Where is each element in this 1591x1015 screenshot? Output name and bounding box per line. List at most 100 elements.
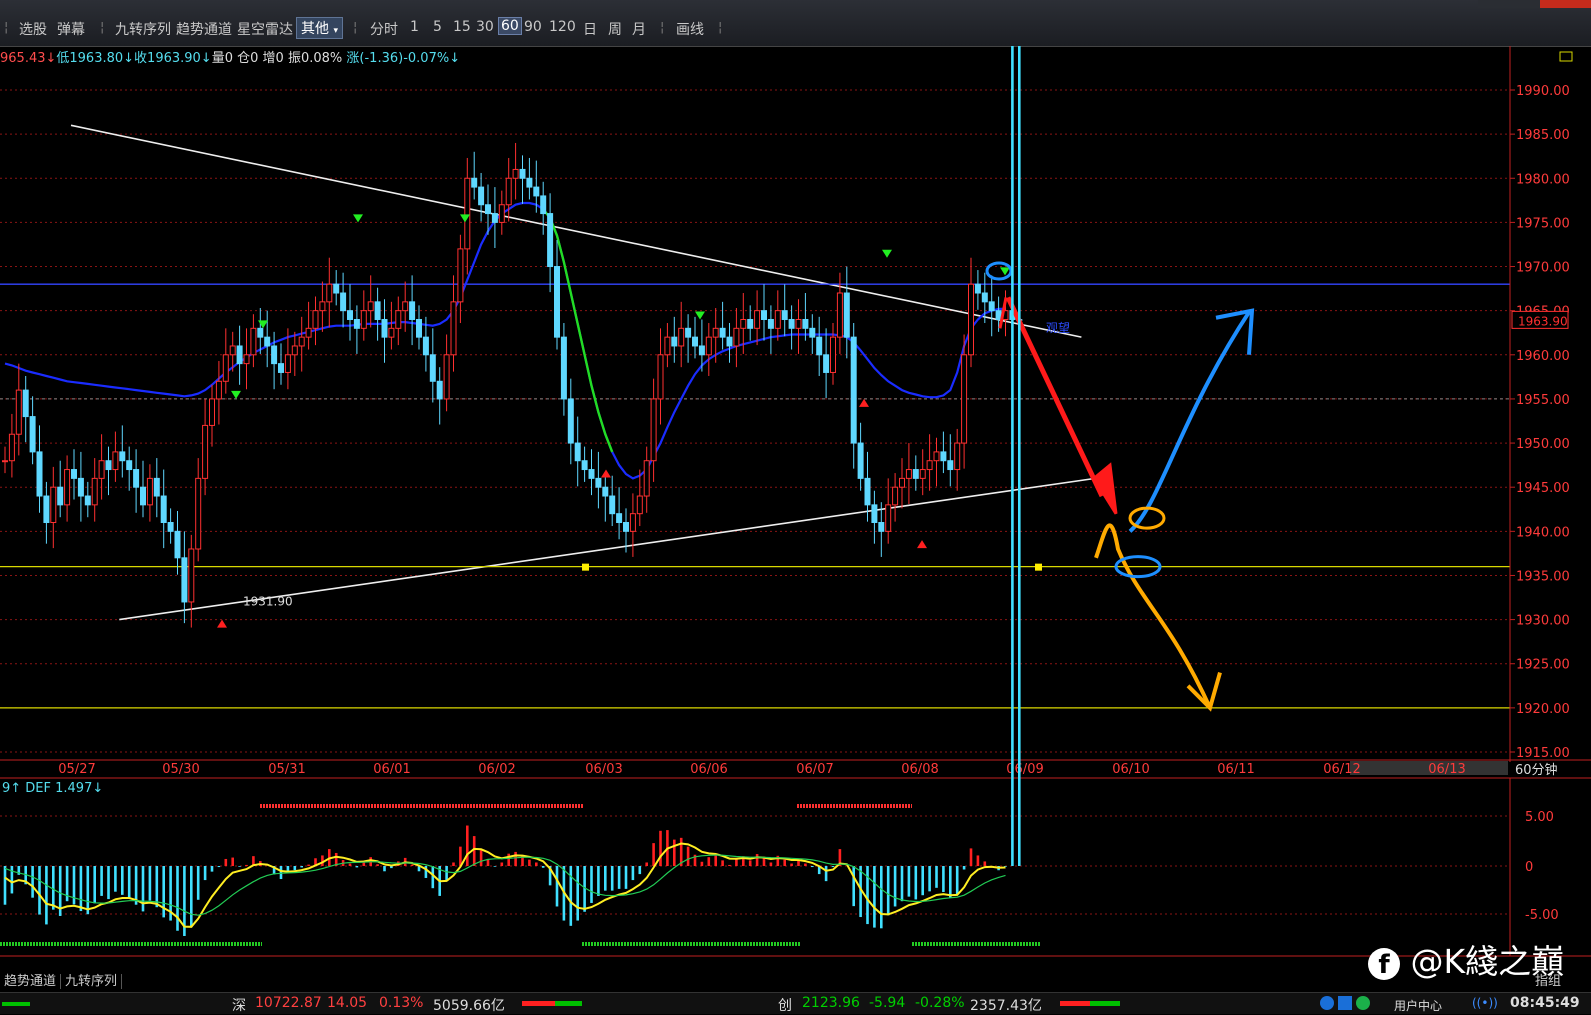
- candle-body: [215, 380, 222, 400]
- y-tick-label: 1945.00: [1516, 481, 1570, 496]
- candle-body: [954, 442, 961, 471]
- toolbar-star-radar[interactable]: 星空雷达: [237, 19, 293, 39]
- candle-body: [64, 469, 71, 506]
- candle-body: [526, 177, 533, 188]
- y-tick-label: 1975.00: [1516, 216, 1570, 231]
- tab-trend-channel[interactable]: 趋势通道: [0, 974, 62, 989]
- candle-body: [761, 310, 767, 320]
- sell-signal-arrow-icon: [695, 311, 705, 320]
- toolbar-other-dropdown[interactable]: 其他 ▾: [296, 17, 343, 39]
- candle-body: [491, 213, 498, 223]
- candle-body: [864, 477, 871, 506]
- candle-body: [933, 451, 940, 462]
- toolbar-separator: ¦: [4, 20, 9, 35]
- close-button[interactable]: [1540, 0, 1591, 8]
- period-tab-90[interactable]: 90: [524, 19, 542, 35]
- bottom-tabs: 趋势通道 九转序列: [0, 970, 123, 990]
- toolbar-danmaku[interactable]: 弹幕: [57, 19, 85, 39]
- sell-signal-arrow-icon: [231, 390, 241, 399]
- period-tab-120[interactable]: 120: [549, 19, 576, 35]
- candle-body: [457, 248, 464, 303]
- cy-label: 创: [778, 998, 792, 1014]
- user-center-link[interactable]: 用户中心: [1394, 997, 1442, 1014]
- candle-body: [602, 486, 609, 497]
- last-price-label: 1963.90: [1518, 314, 1568, 328]
- candle-body: [174, 530, 181, 559]
- period-tab-30[interactable]: 30: [476, 19, 494, 35]
- sz-label: 深: [232, 998, 246, 1014]
- candle-body: [160, 495, 167, 524]
- candle-body: [2, 460, 8, 463]
- cy-strength-bar: [1060, 1001, 1120, 1006]
- candle-body: [588, 469, 595, 479]
- candle-body: [740, 318, 747, 329]
- x-tick-label: 06/13: [1428, 762, 1465, 777]
- kline-chart[interactable]: 1931.90 观望 1990.00 1985.00 1980.00 1975.00 19…: [0, 46, 1591, 970]
- indicator-tick-label: 0: [1525, 860, 1533, 875]
- candle-body: [291, 345, 298, 356]
- candle-body: [657, 354, 664, 400]
- tab-nine-turn[interactable]: 九转序列: [61, 974, 123, 989]
- candle-body: [360, 310, 367, 329]
- x-tick-label: 06/10: [1112, 762, 1149, 777]
- candle-body: [57, 486, 64, 506]
- candle-body: [112, 451, 119, 471]
- bulletin-icon[interactable]: [1338, 996, 1352, 1010]
- period-tab-timeshare[interactable]: 分时: [370, 19, 398, 39]
- sz-index: 10722.87: [255, 995, 322, 1011]
- candle-body: [671, 336, 678, 347]
- toolbar-separator: ¦: [718, 20, 723, 35]
- y-tick-label: 1940.00: [1516, 525, 1570, 540]
- period-tab-15[interactable]: 15: [453, 19, 471, 35]
- period-tab-day[interactable]: 日: [583, 19, 597, 39]
- candle-body: [816, 336, 823, 356]
- toolbar-draw-lines[interactable]: 画线: [676, 19, 704, 39]
- candle-body: [22, 389, 29, 418]
- candle-body: [395, 310, 402, 329]
- indicator-tick-label: -5.00: [1525, 908, 1559, 923]
- candle-body: [243, 354, 250, 365]
- toolbar-stock-picker[interactable]: 选股: [19, 19, 47, 39]
- candle-body: [505, 177, 512, 206]
- indicator-tick-label: 5.00: [1525, 810, 1554, 825]
- candle-body: [595, 477, 602, 488]
- toolbar-trend-channel[interactable]: 趋势通道: [176, 19, 232, 39]
- candle-body: [264, 336, 271, 347]
- candle-body: [284, 354, 291, 373]
- clock: 08:45:49: [1510, 995, 1580, 1011]
- y-tick-label: 1915.00: [1516, 746, 1570, 761]
- refresh-icon[interactable]: [1356, 996, 1370, 1010]
- candle-body: [609, 495, 616, 515]
- period-tab-60[interactable]: 60: [498, 17, 522, 35]
- candle-body: [754, 310, 761, 329]
- level-marker: [582, 563, 589, 571]
- watermark-text: @K綫之巔: [1410, 942, 1565, 981]
- candle-body: [50, 486, 57, 524]
- period-tab-5[interactable]: 5: [433, 19, 442, 35]
- x-tick-label: 06/06: [690, 762, 727, 777]
- candle-body: [485, 204, 491, 215]
- candle-body: [788, 318, 795, 329]
- candle-body: [781, 310, 788, 320]
- x-tick-label: 06/08: [901, 762, 938, 777]
- candle-body: [498, 204, 505, 223]
- candle-body: [153, 477, 160, 497]
- orange-projection-path: [1094, 523, 1212, 709]
- candle-body: [719, 327, 726, 338]
- period-tab-1[interactable]: 1: [410, 19, 419, 35]
- candle-body: [685, 327, 692, 338]
- candle-body: [181, 557, 188, 603]
- candle-body: [471, 177, 478, 188]
- service-icon[interactable]: [1320, 996, 1334, 1010]
- candle-body: [733, 327, 740, 347]
- toolbar-nine-turn[interactable]: 九转序列: [115, 19, 171, 39]
- x-tick-label: 06/12: [1323, 762, 1360, 777]
- candle-body: [554, 266, 560, 338]
- candle-body: [809, 327, 816, 338]
- period-tab-month[interactable]: 月: [632, 19, 646, 39]
- period-tab-week[interactable]: 周: [608, 19, 622, 39]
- candle-body: [974, 283, 981, 294]
- candle-body: [77, 477, 84, 497]
- y-tick-label: 1970.00: [1516, 261, 1570, 276]
- candle-body: [767, 318, 774, 329]
